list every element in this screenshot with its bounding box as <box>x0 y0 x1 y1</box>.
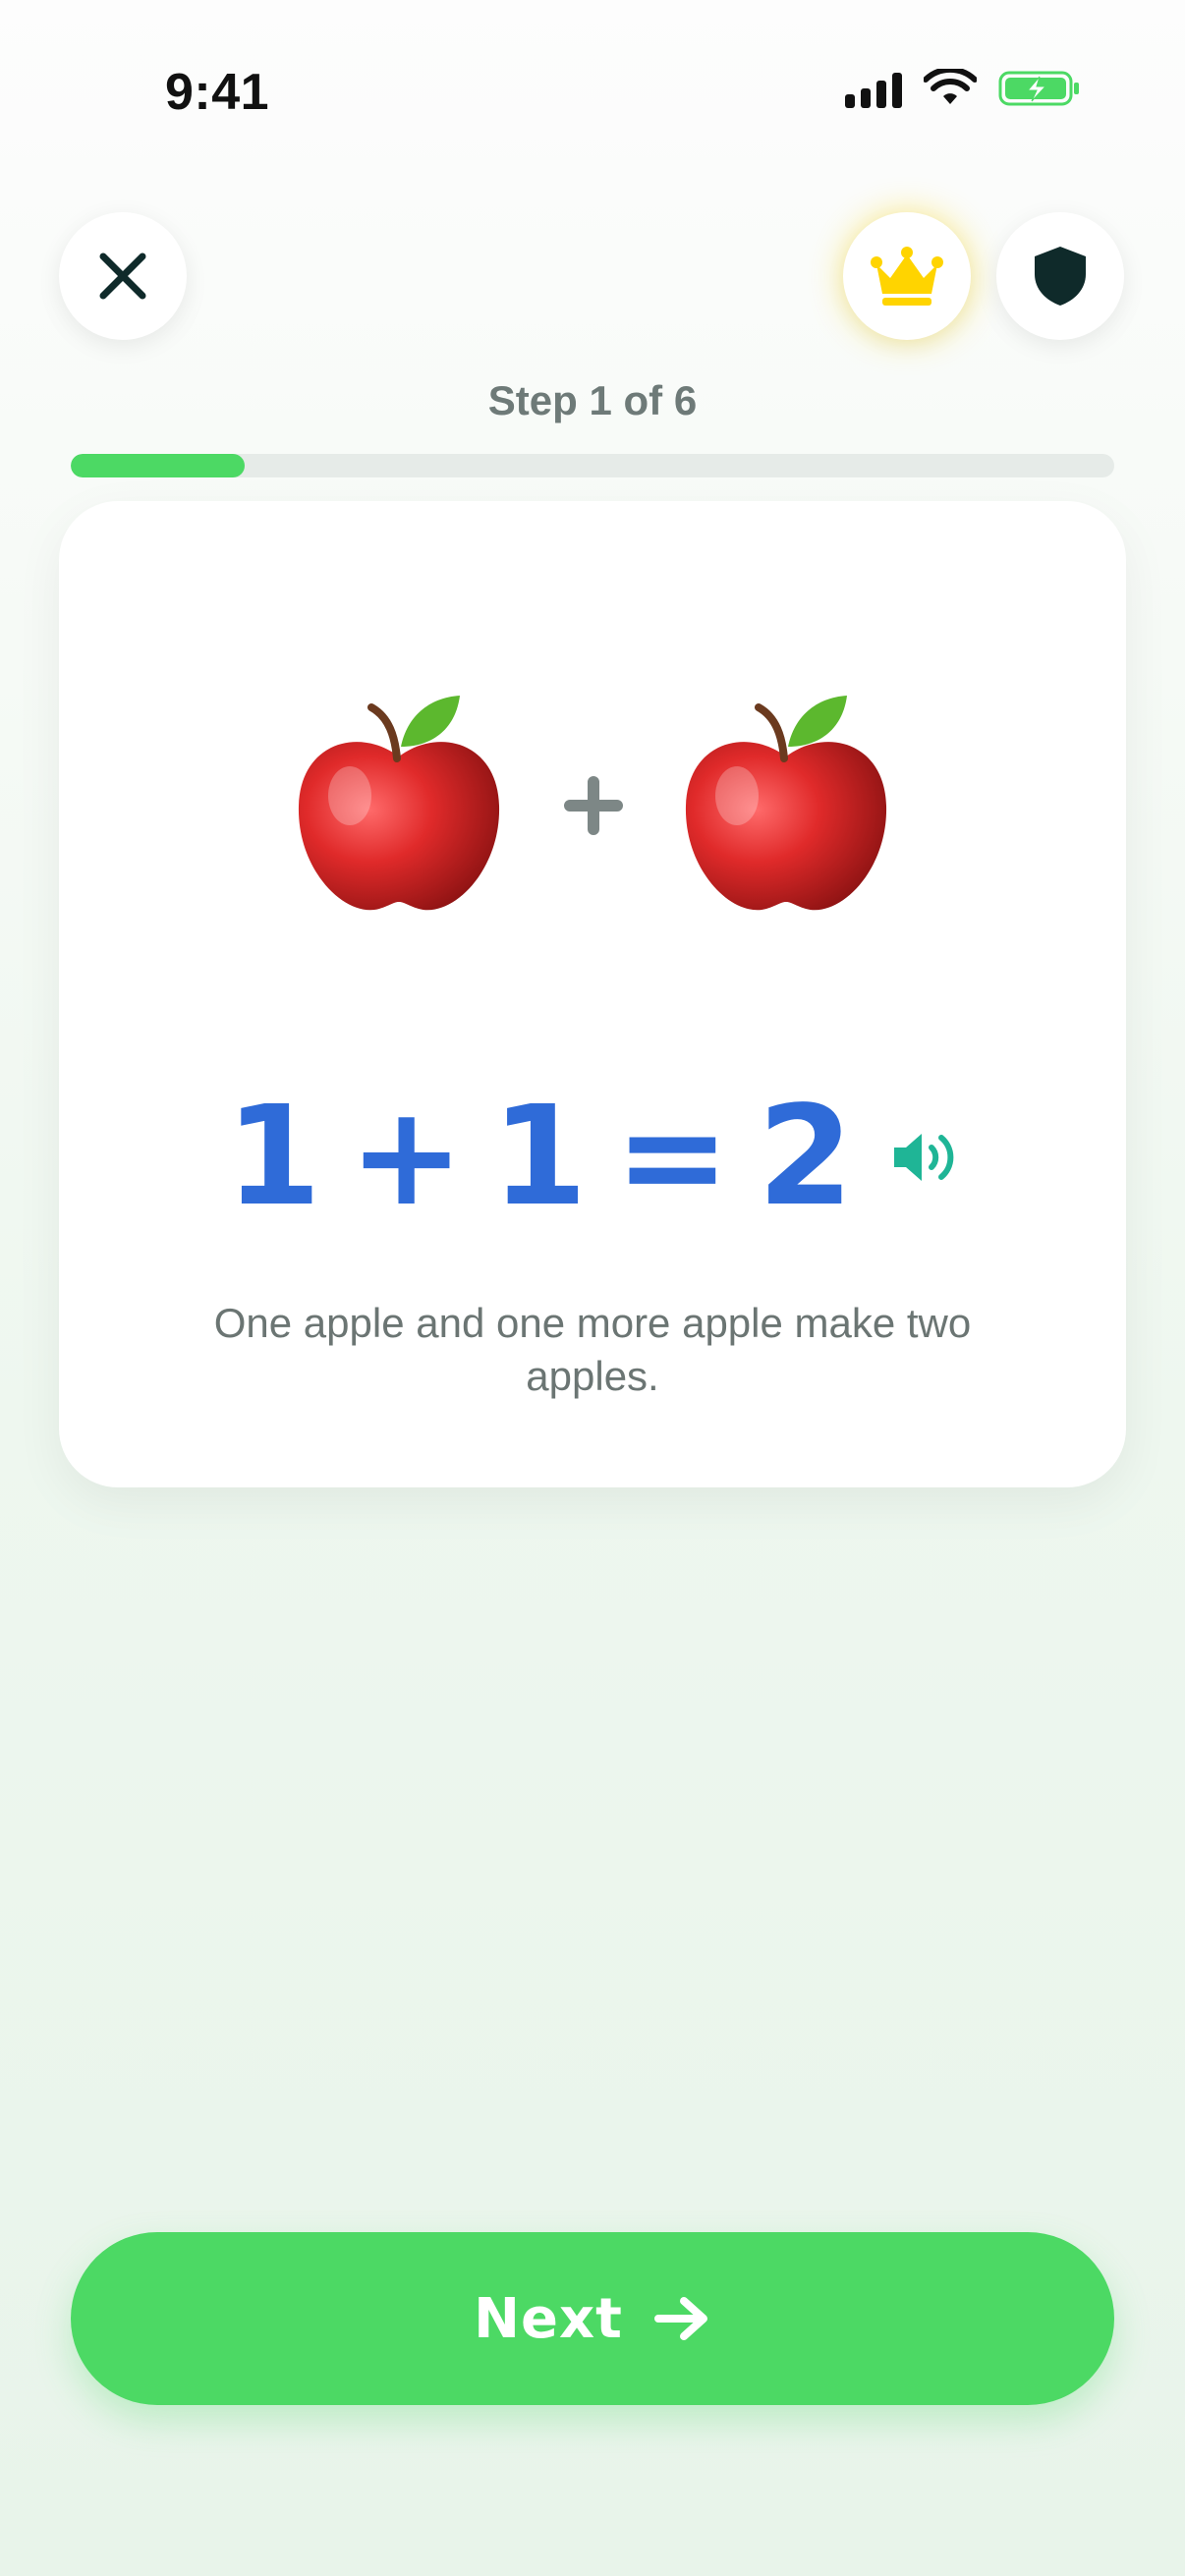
arrow-right-icon <box>653 2297 707 2340</box>
equation-right: 1 <box>491 1077 588 1237</box>
equation-operator: + <box>348 1077 465 1237</box>
equation-result: 2 <box>758 1077 854 1237</box>
plus-icon <box>564 776 623 835</box>
equation-left: 1 <box>225 1077 321 1237</box>
step-label: Step 1 of 6 <box>487 377 698 423</box>
apple-icon <box>298 696 500 911</box>
lesson-card: 1 + 1 = 2 One apple and one more apple m… <box>59 501 1126 1487</box>
lesson-caption: One apple and one more apple make two ap… <box>213 1300 972 1399</box>
signal-icon <box>845 69 902 108</box>
wifi-icon <box>924 69 977 104</box>
shield-button[interactable] <box>996 212 1124 340</box>
close-button[interactable] <box>59 212 187 340</box>
status-icons <box>845 69 1081 108</box>
status-bar: 9:41 <box>0 0 1185 196</box>
apple-icon <box>685 696 887 911</box>
progress-bar <box>71 454 1114 477</box>
equation: 1 + 1 = 2 <box>59 1089 1126 1226</box>
next-button[interactable]: Next <box>71 2232 1114 2405</box>
progress-fill <box>71 454 246 477</box>
premium-button[interactable] <box>843 212 971 340</box>
speaker-icon[interactable] <box>890 1128 959 1187</box>
next-button-label: Next <box>474 2286 623 2351</box>
equation-equals: = <box>614 1077 731 1237</box>
crown-icon <box>871 247 943 306</box>
close-icon <box>99 252 146 300</box>
shield-icon <box>1035 247 1086 306</box>
status-time: 9:41 <box>165 64 270 121</box>
battery-icon <box>998 71 1079 106</box>
